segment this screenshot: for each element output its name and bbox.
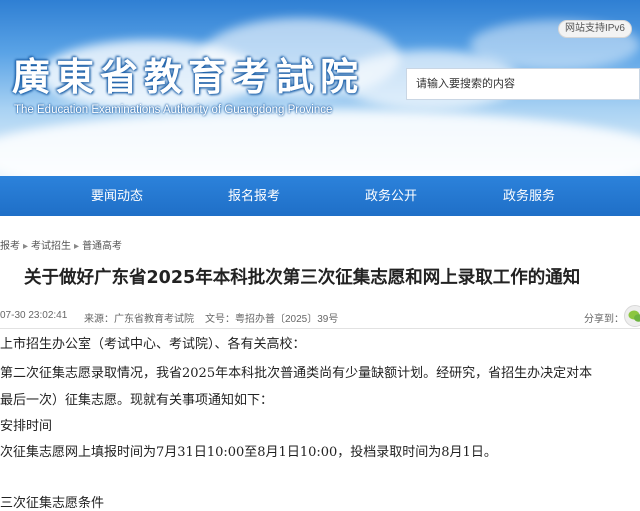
search-input[interactable] <box>407 69 639 99</box>
breadcrumb: 报考 ▸ 考试招生 ▸ 普通高考 <box>0 237 122 252</box>
breadcrumb-item[interactable]: 报考 <box>0 241 20 252</box>
breadcrumb-separator-icon: ▸ <box>23 241 29 252</box>
article-paragraph: 次征集志愿网上填报时间为7月31日10:00至8月1日10:00，投档录取时间为… <box>0 445 497 460</box>
article-section-heading: 安排时间 <box>0 419 53 434</box>
article-paragraph: 最后一次）征集志愿。现就有关事项通知如下： <box>0 393 274 408</box>
search-box[interactable] <box>406 68 640 100</box>
header-banner: 廣東省教育考試院 The Education Examinations Auth… <box>0 0 640 176</box>
share-label: 分享到： <box>584 314 624 325</box>
article-source: 来源：广东省教育考试院 <box>84 314 194 325</box>
breadcrumb-separator-icon: ▸ <box>74 241 80 252</box>
ipv6-badge: 网站支持IPv6 <box>558 20 632 38</box>
breadcrumb-item[interactable]: 普通高考 <box>82 241 122 252</box>
article-paragraph: 第二次征集志愿录取情况，我省2025年本科批次普通类尚有少量缺额计划。经研究，省… <box>0 366 593 381</box>
meta-divider <box>0 328 640 329</box>
publish-date: 07-30 23:02:41 <box>0 310 68 321</box>
nav-item-government-affairs[interactable]: 政务公开 <box>365 176 417 216</box>
banner-cloud <box>0 110 640 176</box>
nav-item-news[interactable]: 要闻动态 <box>91 176 143 216</box>
document-number: 文号：粤招办普〔2025〕39号 <box>205 314 339 325</box>
site-subtitle: The Education Examinations Authority of … <box>14 104 333 116</box>
site-title-logo[interactable]: 廣東省教育考試院 <box>12 46 364 101</box>
breadcrumb-item[interactable]: 考试招生 <box>31 241 71 252</box>
main-nav: 要闻动态 报名报考 政务公开 政务服务 <box>0 176 640 216</box>
wechat-icon[interactable] <box>624 305 640 327</box>
article-paragraph: 上市招生办公室（考试中心、考试院）、各有关高校： <box>0 337 306 352</box>
article-section-heading: 三次征集志愿条件 <box>0 496 105 511</box>
article-meta: 07-30 23:02:41 来源：广东省教育考试院 文号：粤招办普〔2025〕… <box>0 310 640 325</box>
nav-item-registration[interactable]: 报名报考 <box>228 176 280 216</box>
wechat-glyph <box>628 310 640 322</box>
nav-item-government-services[interactable]: 政务服务 <box>503 176 555 216</box>
article-title: 关于做好广东省2025年本科批次第三次征集志愿和网上录取工作的通知 <box>24 268 581 288</box>
